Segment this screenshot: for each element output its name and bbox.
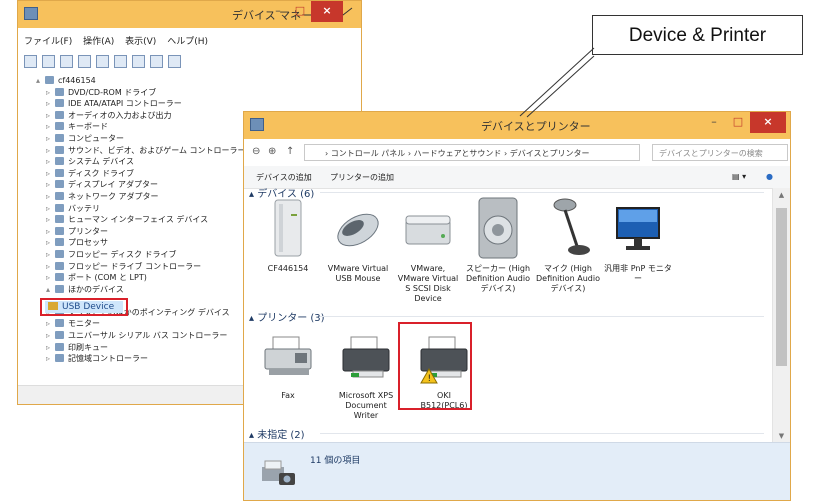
- device-manager-pointer: [342, 7, 353, 16]
- callout-pointer-upper: [519, 47, 595, 117]
- callout-arrows: [342, 7, 595, 118]
- callout-pointer-lower: [526, 55, 595, 118]
